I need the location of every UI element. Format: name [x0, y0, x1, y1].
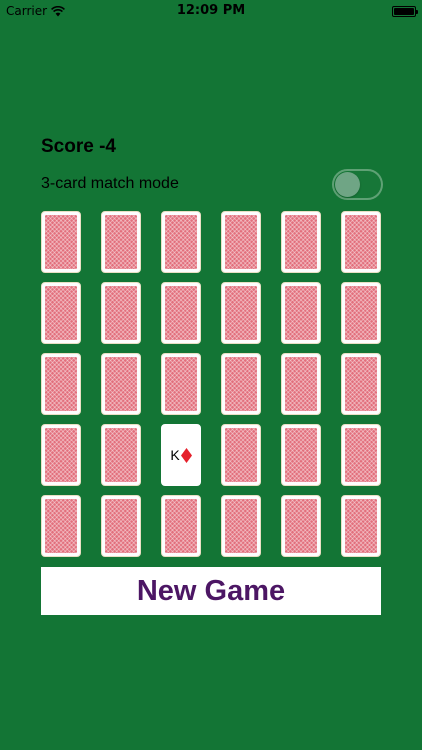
toggle-knob: [335, 172, 360, 197]
card-face-up[interactable]: K: [161, 424, 201, 486]
card-back-pattern: [165, 215, 197, 269]
card-face-down[interactable]: [161, 282, 201, 344]
card-face-down[interactable]: [221, 424, 261, 486]
card-back-pattern: [345, 499, 377, 553]
card-back-pattern: [105, 499, 137, 553]
card-back-pattern: [45, 215, 77, 269]
card-back-pattern: [285, 428, 317, 482]
match-mode-label: 3-card match mode: [41, 175, 179, 192]
battery-icon: [392, 6, 418, 17]
card-back-pattern: [285, 215, 317, 269]
card-back-pattern: [225, 357, 257, 411]
card-back-pattern: [105, 215, 137, 269]
card-face-down[interactable]: [161, 495, 201, 557]
card-back-pattern: [45, 499, 77, 553]
card-back-pattern: [345, 357, 377, 411]
card-back-pattern: [165, 499, 197, 553]
card-face-down[interactable]: [41, 211, 81, 273]
card-back-pattern: [105, 357, 137, 411]
card-face-down[interactable]: [41, 424, 81, 486]
card-back-pattern: [165, 286, 197, 340]
card-back-pattern: [105, 286, 137, 340]
card-back-pattern: [225, 499, 257, 553]
card-back-pattern: [165, 357, 197, 411]
card-back-pattern: [225, 428, 257, 482]
card-back-pattern: [285, 499, 317, 553]
card-face-down[interactable]: [281, 353, 321, 415]
match-mode-toggle[interactable]: [332, 169, 383, 200]
score-label: Score -4: [41, 136, 116, 157]
card-back-pattern: [45, 286, 77, 340]
card-face-down[interactable]: [101, 424, 141, 486]
card-back-pattern: [345, 215, 377, 269]
card-back-pattern: [285, 286, 317, 340]
card-face-down[interactable]: [161, 353, 201, 415]
card-face-down[interactable]: [341, 282, 381, 344]
card-face-down[interactable]: [41, 282, 81, 344]
card-face-down[interactable]: [221, 211, 261, 273]
card-face-down[interactable]: [341, 353, 381, 415]
card-grid: K: [40, 210, 382, 560]
clock: 12:09 PM: [176, 3, 246, 18]
card-back-pattern: [345, 428, 377, 482]
card-back-pattern: [45, 428, 77, 482]
card-face-down[interactable]: [281, 495, 321, 557]
card-face-down[interactable]: [341, 424, 381, 486]
card-face-down[interactable]: [281, 282, 321, 344]
card-face-down[interactable]: [41, 353, 81, 415]
card-face-down[interactable]: [161, 211, 201, 273]
card-face-down[interactable]: [221, 282, 261, 344]
card-face-down[interactable]: [101, 353, 141, 415]
card-face-down[interactable]: [101, 495, 141, 557]
card-rank: K: [170, 447, 180, 463]
card-face-down[interactable]: [281, 211, 321, 273]
card-back-pattern: [225, 286, 257, 340]
card-face-down[interactable]: [41, 495, 81, 557]
card-back-pattern: [285, 357, 317, 411]
diamond-icon: [180, 447, 192, 463]
status-bar: Carrier 12:09 PM: [0, 0, 422, 22]
card-back-pattern: [225, 215, 257, 269]
new-game-button[interactable]: New Game: [41, 567, 381, 615]
card-back-pattern: [105, 428, 137, 482]
card-face-down[interactable]: [221, 353, 261, 415]
card-back-pattern: [45, 357, 77, 411]
card-back-pattern: [345, 286, 377, 340]
card-face-down[interactable]: [341, 211, 381, 273]
card-face-down[interactable]: [281, 424, 321, 486]
card-face-down[interactable]: [101, 282, 141, 344]
match-mode-row: 3-card match mode: [41, 168, 383, 202]
card-face-down[interactable]: [341, 495, 381, 557]
card-face-down[interactable]: [101, 211, 141, 273]
card-face-down[interactable]: [221, 495, 261, 557]
